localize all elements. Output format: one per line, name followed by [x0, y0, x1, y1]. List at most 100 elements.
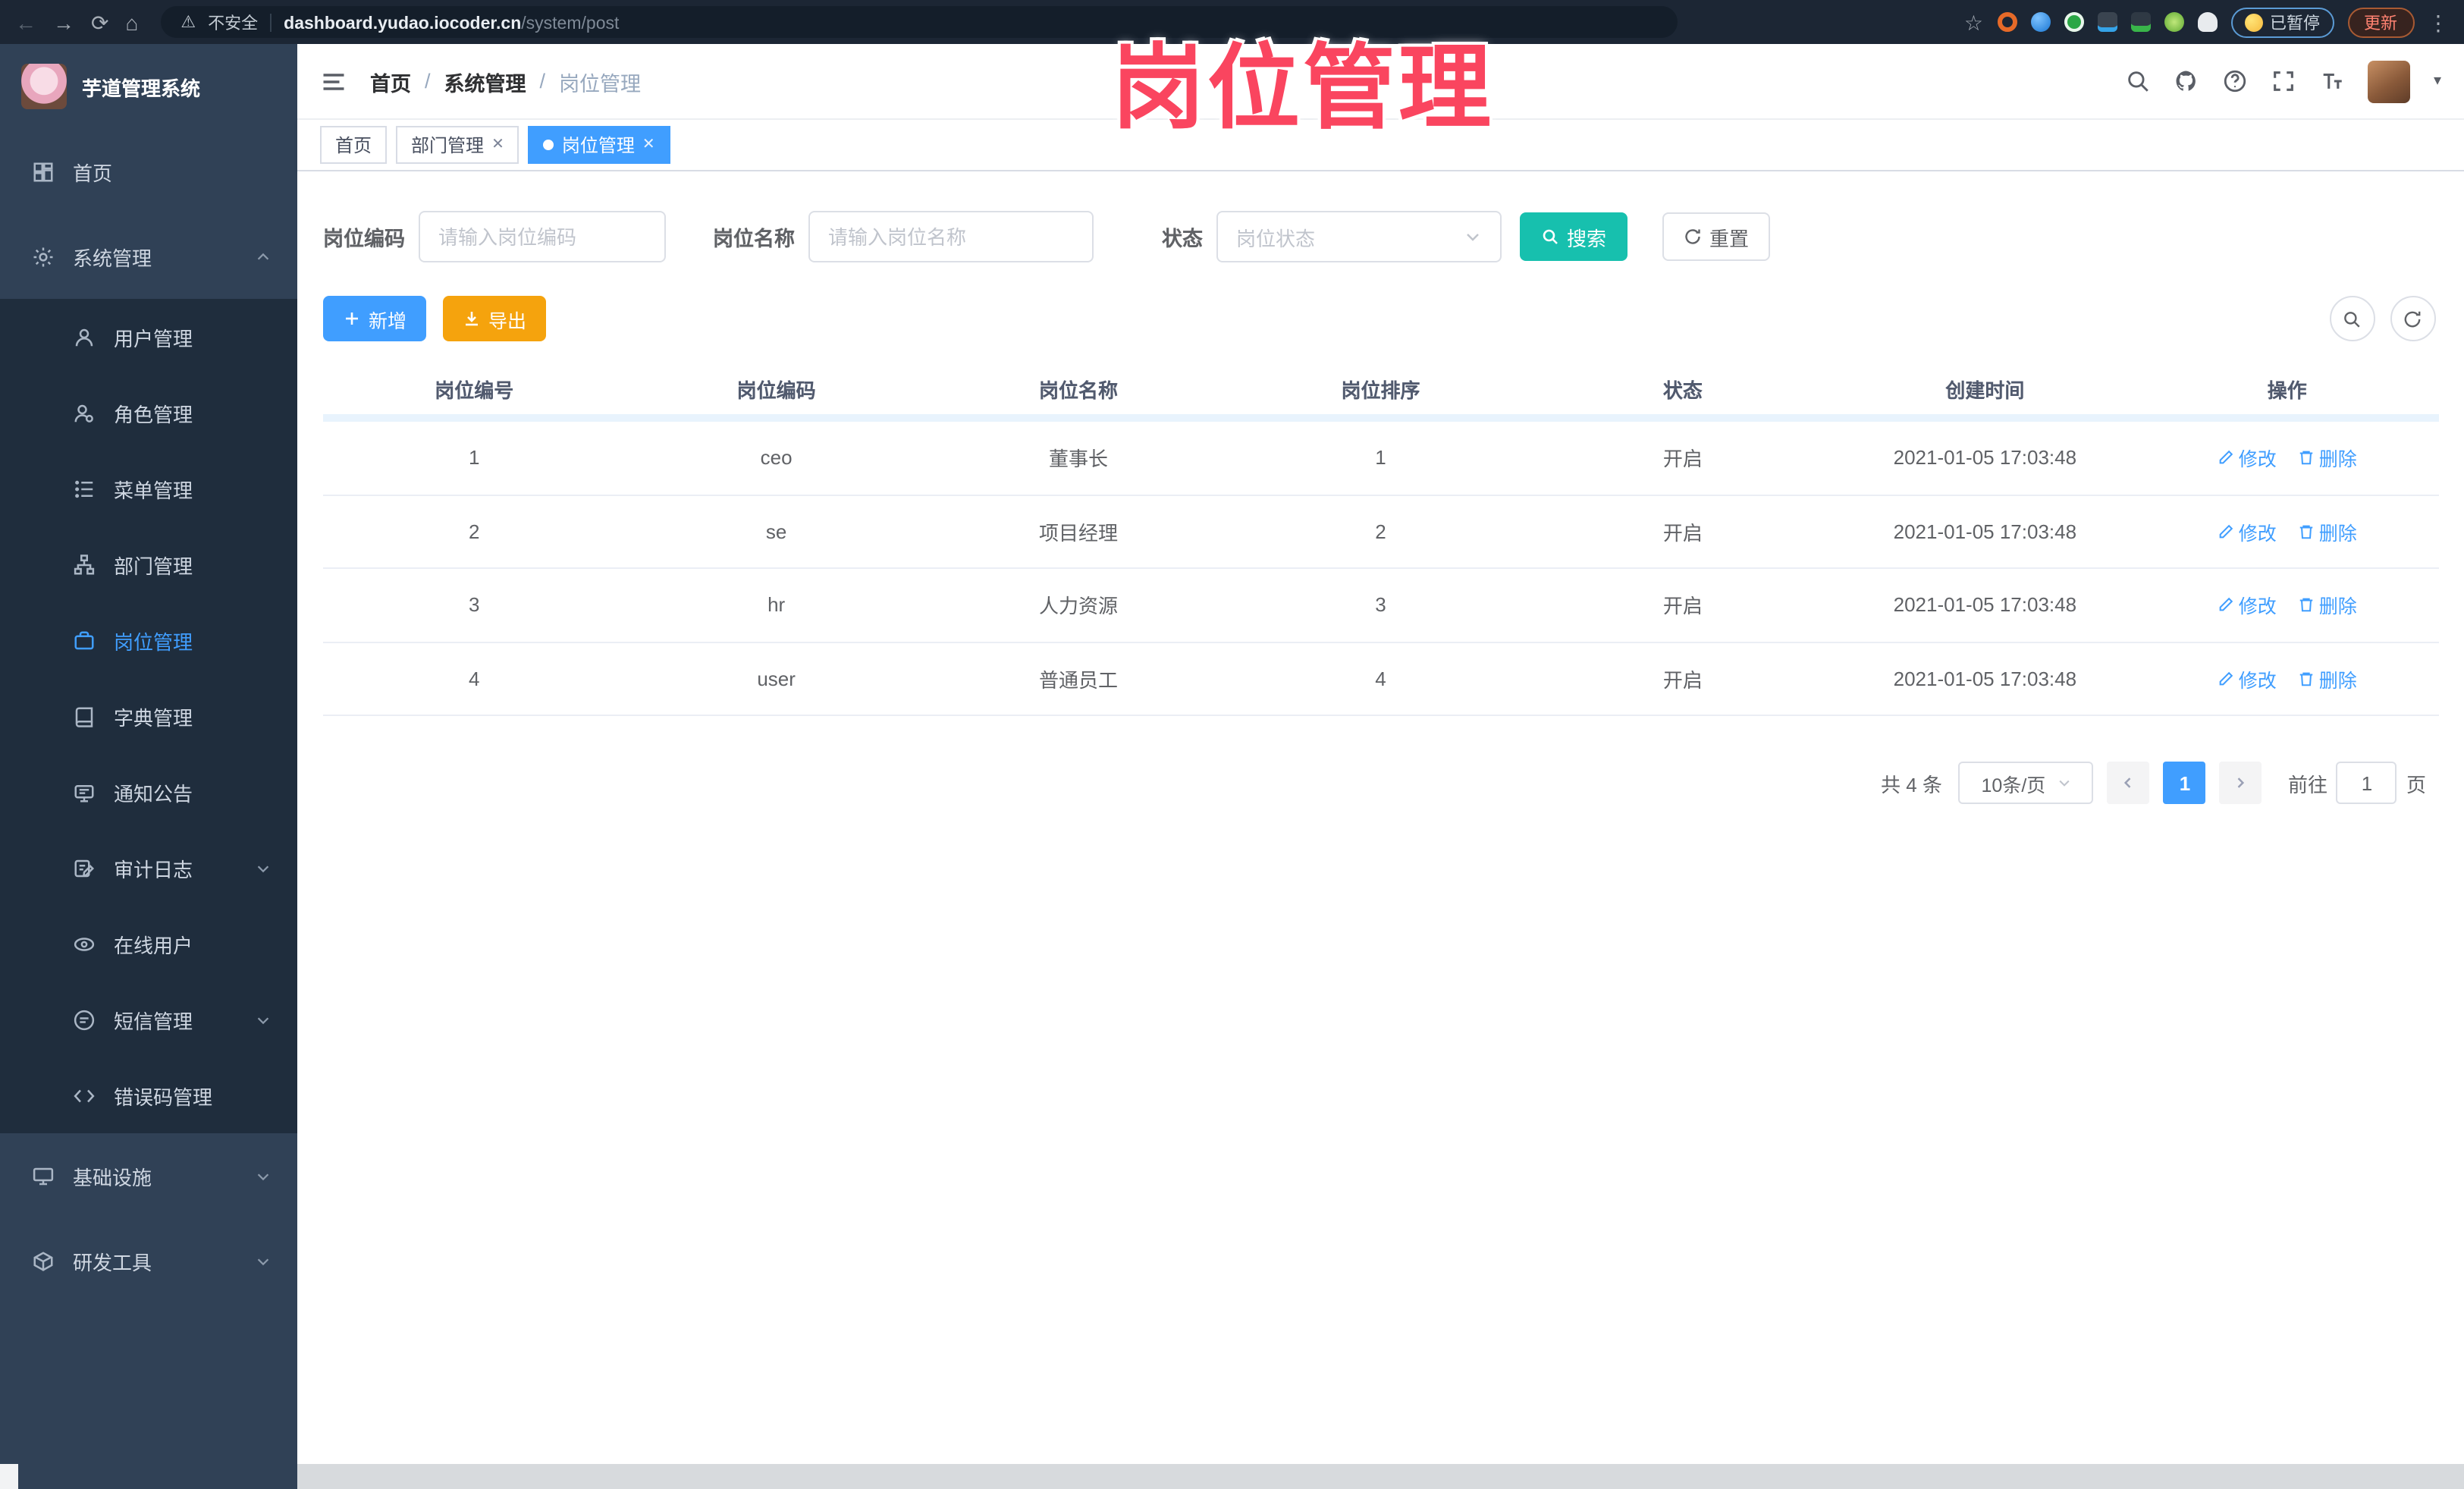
status-text: 开启: [1662, 448, 1703, 471]
menu-list-icon: [73, 477, 96, 500]
not-secure-warning-icon[interactable]: ⚠: [180, 12, 196, 32]
address-bar[interactable]: ⚠ 不安全 dashboard.yudao.iocoder.cn/system/…: [161, 6, 1678, 38]
font-size-icon[interactable]: [2320, 68, 2346, 94]
tab-departments[interactable]: 部门管理 ✕: [396, 126, 519, 164]
sidebar-item-users[interactable]: 用户管理: [0, 299, 297, 375]
user-avatar[interactable]: [2368, 60, 2411, 102]
browser-forward-icon[interactable]: →: [53, 11, 74, 33]
goto-page-input[interactable]: [2336, 762, 2397, 804]
browser-menu-kebab-icon[interactable]: ⋮: [2428, 11, 2449, 33]
edit-link[interactable]: 修改: [2218, 517, 2277, 546]
sidebar-item-notices[interactable]: 通知公告: [0, 754, 297, 830]
post-code-input[interactable]: [419, 211, 666, 262]
extension-green-flower-icon[interactable]: [2164, 12, 2183, 32]
sidebar-item-dev-tools[interactable]: 研发工具: [0, 1218, 297, 1303]
reset-button[interactable]: 重置: [1662, 212, 1771, 261]
dictionary-book-icon: [73, 705, 96, 727]
online-users-icon: [73, 932, 96, 955]
status-select[interactable]: 岗位状态: [1216, 211, 1502, 262]
role-icon: [73, 401, 96, 424]
hamburger-icon[interactable]: [320, 68, 347, 95]
search-toggle-button[interactable]: [2329, 296, 2375, 341]
app-navbar: 首页 / 系统管理 / 岗位管理 ▾: [297, 44, 2464, 120]
chevron-down-icon: [255, 1167, 272, 1184]
code-icon: [73, 1084, 96, 1107]
delete-link[interactable]: 删除: [2298, 517, 2357, 546]
sidebar-item-infrastructure[interactable]: 基础设施: [0, 1133, 297, 1218]
sidebar-item-online-users[interactable]: 在线用户: [0, 906, 297, 982]
edit-link[interactable]: 修改: [2218, 591, 2277, 620]
sidebar: 芋道管理系统 首页 系统管理 用户管理 角色管理 菜单管理 部门管理 岗位管理 …: [0, 44, 297, 1489]
not-secure-label[interactable]: 不安全: [208, 10, 258, 34]
sidebar-item-dictionary[interactable]: 字典管理: [0, 678, 297, 754]
extension-paused-pill[interactable]: 已暂停: [2230, 7, 2334, 37]
search-icon: [1541, 228, 1559, 246]
next-page-button[interactable]: [2219, 762, 2262, 804]
browser-home-icon[interactable]: ⌂: [125, 11, 138, 33]
page-number-button[interactable]: 1: [2163, 762, 2206, 804]
browser-update-button[interactable]: 更新: [2347, 7, 2414, 37]
avatar-caret-down-icon[interactable]: ▾: [2434, 73, 2441, 90]
prev-page-button[interactable]: [2107, 762, 2150, 804]
page-size-select[interactable]: 10条/页: [1958, 762, 2094, 804]
refresh-table-button[interactable]: [2390, 296, 2435, 341]
search-icon: [2342, 309, 2362, 328]
extension-green-check-icon[interactable]: [2064, 12, 2083, 32]
breadcrumb-home[interactable]: 首页: [370, 66, 411, 96]
extension-orange-ring-icon[interactable]: [1997, 12, 2017, 32]
search-icon[interactable]: [2126, 68, 2152, 94]
edit-link[interactable]: 修改: [2218, 664, 2277, 693]
delete-link[interactable]: 删除: [2298, 664, 2357, 693]
browser-back-icon[interactable]: ←: [15, 11, 36, 33]
browser-chrome: ← → ⟳ ⌂ ⚠ 不安全 dashboard.yudao.iocoder.cn…: [0, 0, 2464, 44]
breadcrumb-system[interactable]: 系统管理: [444, 66, 526, 96]
trash-icon: [2298, 597, 2315, 614]
add-button[interactable]: 新增: [323, 296, 427, 341]
refresh-icon: [1684, 228, 1702, 246]
sidebar-item-menus[interactable]: 菜单管理: [0, 451, 297, 526]
search-button[interactable]: 搜索: [1520, 212, 1628, 261]
close-icon[interactable]: ✕: [642, 137, 655, 153]
help-icon[interactable]: [2223, 68, 2249, 94]
infrastructure-icon: [32, 1164, 55, 1187]
extension-tag-manager-icon[interactable]: [2130, 12, 2150, 32]
browser-reload-icon[interactable]: ⟳: [91, 11, 108, 33]
tab-posts[interactable]: 岗位管理 ✕: [528, 126, 670, 164]
close-icon[interactable]: ✕: [491, 137, 504, 153]
sidebar-item-home[interactable]: 首页: [0, 129, 297, 214]
org-tree-icon: [73, 553, 96, 576]
sidebar-item-posts[interactable]: 岗位管理: [0, 602, 297, 678]
paused-label: 已暂停: [2270, 14, 2320, 33]
sidebar-item-departments[interactable]: 部门管理: [0, 526, 297, 602]
app-logo-row[interactable]: 芋道管理系统: [0, 44, 297, 129]
tab-home[interactable]: 首页: [320, 126, 388, 164]
delete-link[interactable]: 删除: [2298, 444, 2357, 473]
delete-link[interactable]: 删除: [2298, 591, 2357, 620]
bookmark-star-icon[interactable]: ☆: [1964, 11, 1983, 33]
table-row: 1 ceo 董事长 1 开启 2021-01-05 17:03:48 修改 删除: [323, 422, 2438, 495]
breadcrumb-current: 岗位管理: [559, 72, 642, 95]
sidebar-item-error-codes[interactable]: 错误码管理: [0, 1057, 297, 1133]
extensions-puzzle-icon[interactable]: [2197, 12, 2217, 32]
url-path[interactable]: /system/post: [521, 14, 619, 33]
sidebar-item-system[interactable]: 系统管理: [0, 214, 297, 299]
download-icon: [463, 309, 481, 328]
extension-blue-pin-icon[interactable]: [2030, 12, 2050, 32]
status-label: 状态: [1162, 228, 1203, 250]
extension-drive-icon[interactable]: [2097, 12, 2117, 32]
edit-icon: [2218, 597, 2234, 614]
post-name-label: 岗位名称: [713, 228, 795, 250]
table-row: 2 se 项目经理 2 开启 2021-01-05 17:03:48 修改 删除: [323, 495, 2438, 569]
edit-link[interactable]: 修改: [2218, 444, 2277, 473]
export-button[interactable]: 导出: [443, 296, 547, 341]
sidebar-item-roles[interactable]: 角色管理: [0, 375, 297, 451]
post-name-input[interactable]: [808, 211, 1094, 262]
fullscreen-icon[interactable]: [2271, 68, 2297, 94]
sidebar-scroll-corner: [0, 1463, 18, 1489]
screen: ← → ⟳ ⌂ ⚠ 不安全 dashboard.yudao.iocoder.cn…: [0, 0, 2464, 1489]
sidebar-item-sms[interactable]: 短信管理: [0, 982, 297, 1057]
github-icon[interactable]: [2174, 68, 2200, 94]
sidebar-item-audit-log[interactable]: 审计日志: [0, 830, 297, 906]
url-host[interactable]: dashboard.yudao.iocoder.cn: [284, 14, 521, 33]
app-logo: [21, 64, 67, 109]
